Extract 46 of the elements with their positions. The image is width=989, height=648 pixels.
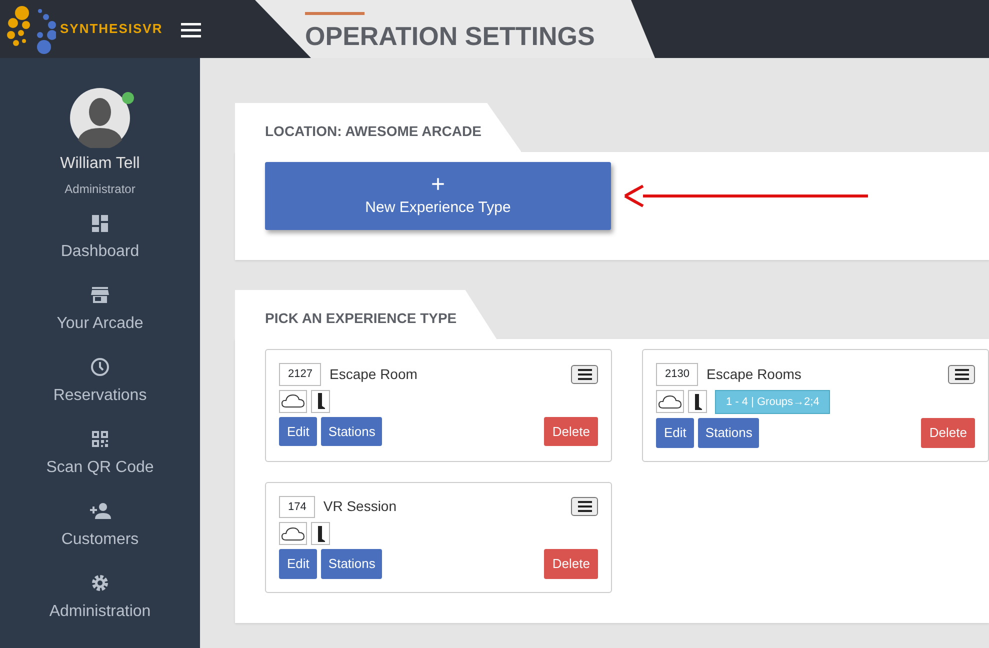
logo-icon [4, 3, 56, 55]
experience-id: 174 [279, 496, 316, 518]
delete-button[interactable]: Delete [544, 416, 598, 446]
delete-button[interactable]: Delete [544, 549, 598, 578]
experience-id: 2130 [656, 363, 698, 386]
delete-button[interactable]: Delete [921, 418, 975, 448]
cloud-icon [656, 390, 684, 414]
edit-button[interactable]: Edit [656, 418, 694, 448]
page-title: OPERATION SETTINGS [305, 12, 595, 49]
menu-icon [180, 22, 201, 38]
nav-item[interactable]: Dashboard [60, 212, 140, 284]
menu-icon [578, 368, 592, 380]
stations-button[interactable]: Stations [321, 416, 382, 446]
brand-name: SYNTHESISVR [60, 20, 163, 38]
clock-icon [89, 356, 111, 378]
nav-item[interactable]: Your Arcade [56, 284, 144, 356]
nav-item[interactable]: Scan QR Code [46, 428, 154, 500]
stations-button[interactable]: Stations [698, 418, 760, 448]
experience-name: VR Session [323, 497, 397, 516]
edit-button[interactable]: Edit [279, 416, 318, 446]
experience-id: 2127 [279, 363, 322, 386]
stations-button[interactable]: Stations [321, 549, 382, 578]
options-button[interactable] [948, 364, 975, 384]
experience-name: Escape Room [329, 364, 418, 384]
user-name: William Tell [60, 154, 140, 174]
dashboard-icon [89, 212, 111, 234]
nav-item[interactable]: Administration [49, 572, 151, 644]
avatar [70, 88, 130, 148]
new-experience-button[interactable]: + New Experience Type [265, 162, 611, 230]
options-button[interactable] [571, 364, 598, 384]
edit-button[interactable]: Edit [279, 549, 318, 578]
experience-name: Escape Rooms [706, 364, 802, 384]
cloud-icon [279, 390, 307, 412]
panel-title: PICK AN EXPERIENCE TYPE [235, 290, 497, 339]
panel-title: LOCATION: AWESOME ARCADE [235, 103, 522, 152]
menu-icon [954, 368, 968, 380]
user-role: Administrator [64, 181, 136, 198]
add-person-icon [88, 500, 111, 522]
options-button[interactable] [571, 497, 598, 516]
cloud-icon [279, 522, 307, 545]
menu-icon [578, 501, 592, 512]
store-icon [89, 284, 111, 306]
nav-item[interactable]: Customers [61, 500, 139, 572]
settings-icon [89, 572, 111, 594]
group-size-badge: 1 - 4 | Groups→2;4 [715, 390, 830, 414]
nav-item[interactable]: Reservations [53, 356, 147, 428]
